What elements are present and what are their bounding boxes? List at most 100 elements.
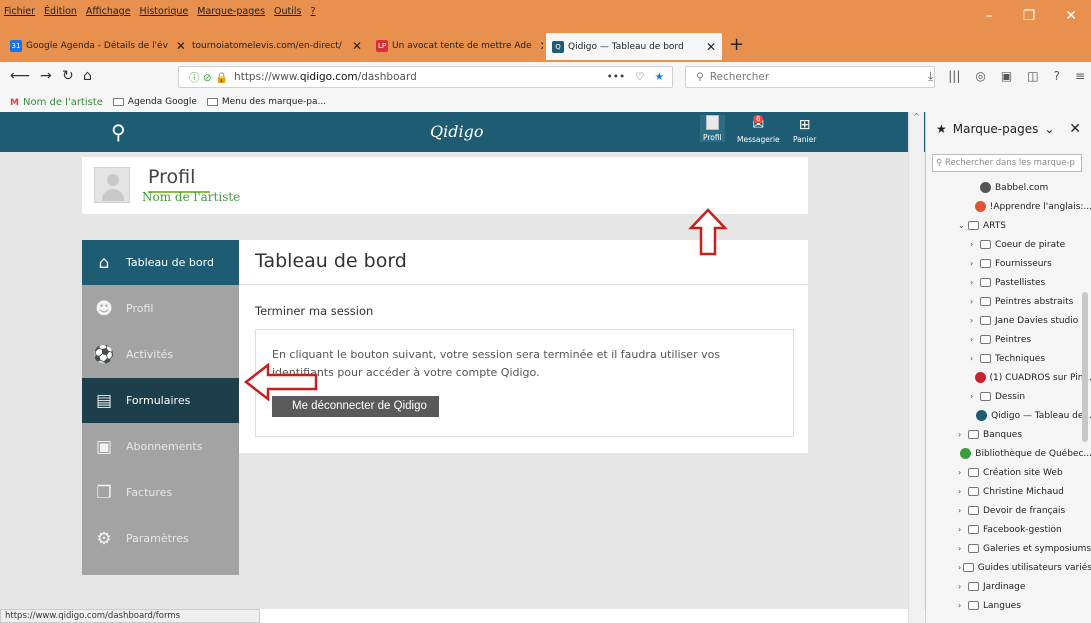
site-search-icon[interactable]: ⚲ bbox=[111, 120, 126, 144]
new-tab-icon[interactable]: + bbox=[729, 34, 744, 55]
chevron-right-icon[interactable]: › bbox=[958, 582, 968, 591]
chevron-right-icon[interactable]: › bbox=[970, 278, 980, 287]
sidebar-icon[interactable]: ◫ bbox=[1027, 69, 1038, 84]
chevron-right-icon[interactable]: › bbox=[958, 525, 968, 534]
close-tab-icon[interactable]: ✕ bbox=[168, 39, 184, 53]
menu-item[interactable]: Fichier bbox=[4, 6, 35, 17]
chevron-right-icon[interactable]: › bbox=[970, 335, 980, 344]
nav-item-activit-s[interactable]: ⚽ Activités bbox=[82, 332, 239, 377]
bookmark-menu[interactable]: Menu des marque-pa... bbox=[206, 97, 326, 107]
bookmark-item[interactable]: › Jardinage bbox=[926, 577, 1091, 596]
nav-item-tableau-de-bord[interactable]: ⌂ Tableau de bord bbox=[82, 240, 239, 285]
bookmark-item[interactable]: Qidigo — Tableau de... bbox=[926, 406, 1091, 425]
site-logo[interactable]: Qidigo bbox=[430, 122, 483, 141]
close-sidebar-icon[interactable]: ✕ bbox=[1069, 121, 1081, 137]
bookmark-item[interactable]: › Peintres abstraits bbox=[926, 292, 1091, 311]
close-tab-icon[interactable]: ✕ bbox=[532, 39, 543, 53]
bookmark-item[interactable]: › Pastellistes bbox=[926, 273, 1091, 292]
tab-lp[interactable]: LP Un avocat tente de mettre Ade ✕ bbox=[370, 35, 543, 57]
menu-item[interactable]: Affichage bbox=[86, 6, 131, 17]
chevron-right-icon[interactable]: › bbox=[970, 354, 980, 363]
sidebar-search-input[interactable]: ⚲ Rechercher dans les marque-p bbox=[932, 154, 1082, 172]
chevron-right-icon[interactable]: › bbox=[958, 601, 968, 610]
chevron-right-icon[interactable]: › bbox=[970, 297, 980, 306]
bookmark-label: Jardinage bbox=[983, 581, 1026, 592]
nav-item-formulaires[interactable]: ▤ Formulaires bbox=[82, 378, 239, 423]
bookmark-item[interactable]: › Jane Davies studio bbox=[926, 311, 1091, 330]
tab-qidigo[interactable]: Q Qidigo — Tableau de bord ✕ bbox=[546, 33, 722, 60]
scrollbar-thumb[interactable] bbox=[1082, 292, 1088, 442]
chevron-right-icon[interactable]: › bbox=[958, 487, 968, 496]
menu-item[interactable]: ? bbox=[310, 6, 315, 17]
bookmark-item[interactable]: › Facebook-gestion bbox=[926, 520, 1091, 539]
page-actions-icon[interactable]: ••• bbox=[607, 71, 626, 83]
menu-item[interactable]: Marque-pages bbox=[197, 6, 265, 17]
bookmark-profile[interactable]: M Nom de l'artiste bbox=[10, 97, 103, 108]
header-panier[interactable]: ⊞ Panier bbox=[793, 117, 816, 144]
nav-item-profil[interactable]: ☻ Profil bbox=[82, 286, 239, 331]
chevron-right-icon[interactable]: › bbox=[970, 240, 980, 249]
nav-item-factures[interactable]: ❐ Factures bbox=[82, 470, 239, 515]
chevron-right-icon[interactable]: › bbox=[958, 430, 968, 439]
sidebar-header[interactable]: ★ Marque-pages ⌄ bbox=[936, 122, 1054, 136]
download-icon[interactable]: ⤓ bbox=[928, 69, 933, 84]
close-window-icon[interactable]: ✕ bbox=[1065, 8, 1077, 24]
sync-icon[interactable]: ◎ bbox=[975, 69, 985, 84]
chevron-right-icon[interactable]: › bbox=[958, 506, 968, 515]
menu-item[interactable]: Outils bbox=[274, 6, 301, 17]
bookmark-item[interactable]: › Galeries et symposiums bbox=[926, 539, 1091, 558]
nav-item-param-tres[interactable]: ⚙ Paramètres bbox=[82, 516, 239, 561]
bookmark-item[interactable]: › Guides utilisateurs variés bbox=[926, 558, 1091, 577]
page-scrollbar[interactable]: ^ bbox=[908, 112, 924, 623]
bookmark-item[interactable]: › Fournisseurs bbox=[926, 254, 1091, 273]
chevron-right-icon[interactable]: › bbox=[970, 259, 980, 268]
screenshot-icon[interactable]: ▣ bbox=[1001, 69, 1012, 84]
close-tab-icon[interactable]: ✕ bbox=[344, 39, 362, 53]
bookmark-item[interactable]: › Banques bbox=[926, 425, 1091, 444]
bookmark-item[interactable]: › Coeur de pirate bbox=[926, 235, 1091, 254]
url-bar[interactable]: ⓘ ⊘ 🔒 https://www. qidigo.com/dashboard •… bbox=[178, 66, 673, 88]
minimize-icon[interactable]: – bbox=[986, 8, 993, 24]
forward-icon[interactable]: → bbox=[40, 68, 52, 84]
bookmark-item[interactable]: › Langues bbox=[926, 596, 1091, 615]
bookmark-agenda[interactable]: Agenda Google bbox=[112, 97, 197, 107]
tab-google-agenda[interactable]: 31 Google Agenda - Détails de l'év ✕ bbox=[4, 35, 184, 57]
bookmark-item[interactable]: Babbel.com bbox=[926, 178, 1091, 197]
bookmark-item[interactable]: ⌄ ARTS bbox=[926, 216, 1091, 235]
chevron-right-icon[interactable]: › bbox=[970, 392, 980, 401]
bookmark-item[interactable]: (1) CUADROS sur Pin... bbox=[926, 368, 1091, 387]
sidebar-scrollbar[interactable] bbox=[1079, 172, 1091, 623]
back-icon[interactable]: ⟵ bbox=[10, 68, 30, 84]
bookmark-item[interactable]: !Apprendre l'anglais:... bbox=[926, 197, 1091, 216]
bookmark-item[interactable]: › Peintres bbox=[926, 330, 1091, 349]
chevron-right-icon[interactable]: › bbox=[970, 316, 980, 325]
maximize-icon[interactable]: ❐ bbox=[1023, 8, 1036, 24]
nav-item-abonnements[interactable]: ▣ Abonnements bbox=[82, 424, 239, 469]
bookmark-item[interactable]: › Création site Web bbox=[926, 463, 1091, 482]
header-messagerie[interactable]: ✉ 6 Messagerie bbox=[737, 115, 780, 144]
help-icon[interactable]: ? bbox=[1054, 69, 1060, 84]
tab-tournoi[interactable]: tournoiatomelevis.com/en-direct/ ✕ bbox=[186, 35, 368, 57]
bookmark-item[interactable]: › Dessin bbox=[926, 387, 1091, 406]
search-input[interactable]: ⚲ Rechercher bbox=[685, 66, 935, 88]
arrow-up-annotation bbox=[688, 208, 728, 256]
menu-item[interactable]: Historique bbox=[140, 6, 189, 17]
pocket-icon[interactable]: ♡ bbox=[635, 71, 644, 83]
folder-icon bbox=[206, 97, 218, 106]
bookmark-item[interactable]: › Christine Michaud bbox=[926, 482, 1091, 501]
reload-icon[interactable]: ↻ bbox=[62, 68, 74, 84]
chevron-right-icon[interactable]: › bbox=[958, 468, 968, 477]
home-icon[interactable]: ⌂ bbox=[83, 68, 92, 84]
menu-item[interactable]: Édition bbox=[44, 6, 77, 17]
bookmark-star-icon[interactable]: ★ bbox=[655, 71, 664, 83]
header-panier-label: Panier bbox=[793, 135, 817, 144]
chevron-right-icon[interactable]: › bbox=[958, 544, 968, 553]
header-profil[interactable]: Profil bbox=[700, 115, 725, 142]
bookmark-item[interactable]: › Techniques bbox=[926, 349, 1091, 368]
bookmark-item[interactable]: › Devoir de français bbox=[926, 501, 1091, 520]
bookmark-item[interactable]: Bibliothèque de Québec... bbox=[926, 444, 1091, 463]
chevron-down-icon[interactable]: ⌄ bbox=[958, 221, 968, 230]
close-tab-icon[interactable]: ✕ bbox=[698, 40, 716, 54]
menu-icon[interactable]: ≡ bbox=[1075, 69, 1085, 84]
library-icon[interactable]: ||| bbox=[948, 69, 960, 84]
